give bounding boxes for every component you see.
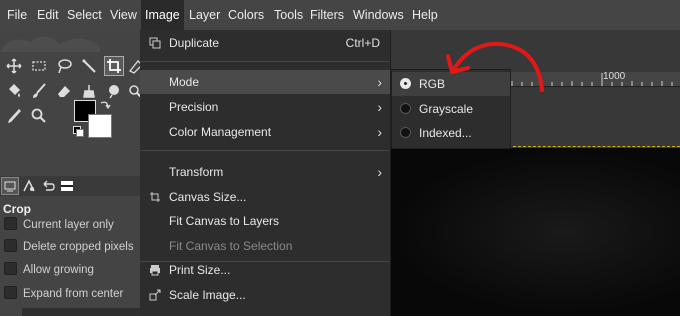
move-tool-icon[interactable] — [5, 57, 23, 75]
dock-tabs — [0, 176, 140, 196]
zoom-icon[interactable] — [30, 107, 48, 125]
option-delete-cropped-pixels[interactable]: Delete cropped pixels — [4, 238, 134, 256]
radio-selected-icon — [400, 78, 411, 89]
menu-item-canvas-size[interactable]: Canvas Size... — [140, 185, 390, 209]
menu-layer[interactable]: Layer — [185, 0, 224, 30]
lasso-icon[interactable] — [55, 57, 73, 75]
menu-item-print-size[interactable]: Print Size... — [140, 258, 390, 282]
menu-item-label: Print Size... — [169, 263, 231, 277]
menu-item-label: Fit Canvas to Selection — [169, 239, 293, 253]
tool-options-tab-icon[interactable] — [1, 177, 19, 195]
menu-windows[interactable]: Windows — [349, 0, 408, 30]
menu-filters[interactable]: Filters — [306, 0, 348, 30]
menu-separator — [140, 61, 390, 62]
submenu-arrow-icon: › — [377, 124, 382, 140]
menu-colors[interactable]: Colors — [224, 0, 268, 30]
submenu-arrow-icon: › — [377, 99, 382, 115]
menu-item-precision[interactable]: Precision › — [140, 95, 390, 119]
bucket-fill-icon[interactable] — [5, 82, 23, 100]
menu-item-label: Scale Image... — [169, 288, 246, 302]
menu-item-fit-canvas-to-selection: Fit Canvas to Selection — [140, 234, 390, 258]
option-label: Delete cropped pixels — [23, 241, 134, 253]
menu-edit[interactable]: Edit — [33, 0, 63, 30]
crop-tool-icon[interactable] — [104, 56, 124, 76]
menu-item-mode[interactable]: Mode › — [140, 70, 390, 94]
menu-item-color-management[interactable]: Color Management › — [140, 120, 390, 144]
rect-select-icon[interactable] — [30, 57, 48, 75]
menu-item-label: Grayscale — [419, 102, 474, 116]
reset-colors-icon[interactable] — [73, 126, 84, 137]
image-menu: Duplicate Ctrl+D Mode › Precision › Colo… — [140, 30, 391, 316]
menu-item-label: Precision — [169, 100, 219, 114]
toolbox-header-graphic — [0, 36, 100, 52]
option-label: Current layer only — [23, 219, 114, 231]
checkbox[interactable] — [4, 262, 17, 275]
menu-item-transform[interactable]: Transform › — [140, 160, 390, 184]
swap-colors-icon[interactable] — [99, 99, 111, 111]
option-current-layer-only[interactable]: Current layer only — [4, 216, 114, 234]
menu-item-label: Canvas Size... — [169, 190, 247, 204]
option-allow-growing[interactable]: Allow growing — [4, 261, 94, 279]
option-label: Allow growing — [23, 264, 94, 276]
mode-indexed[interactable]: Indexed... — [392, 121, 510, 145]
menu-item-label: Transform — [169, 165, 224, 179]
selection-marquee — [508, 146, 680, 147]
submenu-arrow-icon: › — [377, 74, 382, 90]
menu-item-label: Indexed... — [419, 126, 472, 140]
option-label: Expand from center — [23, 288, 124, 300]
smudge-icon[interactable] — [105, 82, 123, 100]
menu-view[interactable]: View — [106, 0, 141, 30]
menu-item-label: Duplicate — [169, 36, 220, 50]
option-field-partial[interactable] — [22, 308, 140, 316]
scale-icon — [149, 289, 161, 301]
option-expand-from-center[interactable]: Expand from center — [4, 285, 123, 303]
menu-select[interactable]: Select — [63, 0, 106, 30]
toolbox: Crop Current layer only Delete cropped p… — [0, 30, 143, 316]
images-tab-icon[interactable] — [59, 178, 75, 194]
menu-file[interactable]: File — [3, 0, 31, 30]
menu-image[interactable]: Image — [141, 0, 184, 30]
duplicate-icon — [149, 37, 161, 49]
radio-unselected-icon — [400, 127, 411, 138]
print-icon — [150, 265, 160, 276]
background-color-swatch[interactable] — [88, 114, 112, 138]
paintbrush-icon[interactable] — [30, 82, 48, 100]
checkbox[interactable] — [4, 286, 17, 299]
menubar: File Edit Select View Image Layer Colors… — [0, 0, 680, 30]
menu-item-label: Color Management — [169, 125, 272, 139]
checkbox[interactable] — [4, 239, 17, 252]
checkbox[interactable] — [4, 217, 17, 230]
ruler-label: 1000 — [603, 71, 626, 82]
eraser-icon[interactable] — [55, 82, 73, 100]
fuzzy-select-icon[interactable] — [80, 57, 98, 75]
menu-tools[interactable]: Tools — [270, 0, 307, 30]
canvas-size-icon — [150, 192, 160, 202]
menu-item-label: Mode — [169, 75, 200, 89]
image-canvas[interactable] — [390, 148, 680, 316]
undo-history-tab-icon[interactable] — [40, 178, 56, 194]
submenu-arrow-icon: › — [377, 164, 382, 180]
menu-help[interactable]: Help — [408, 0, 442, 30]
shortcut-label: Ctrl+D — [345, 36, 380, 50]
menu-separator — [140, 150, 390, 151]
annotation-arrow-icon — [446, 41, 544, 92]
menu-item-duplicate[interactable]: Duplicate Ctrl+D — [140, 31, 390, 55]
menu-item-scale-image[interactable]: Scale Image... — [140, 283, 390, 307]
clone-icon[interactable] — [80, 82, 98, 100]
color-picker-icon[interactable] — [5, 107, 23, 125]
device-status-tab-icon[interactable] — [21, 178, 37, 194]
radio-unselected-icon — [400, 103, 411, 114]
menu-item-label: Fit Canvas to Layers — [169, 214, 280, 228]
menu-item-fit-canvas-to-layers[interactable]: Fit Canvas to Layers — [140, 209, 390, 233]
tool-options-title: Crop — [3, 202, 31, 216]
mode-grayscale[interactable]: Grayscale — [392, 97, 510, 121]
